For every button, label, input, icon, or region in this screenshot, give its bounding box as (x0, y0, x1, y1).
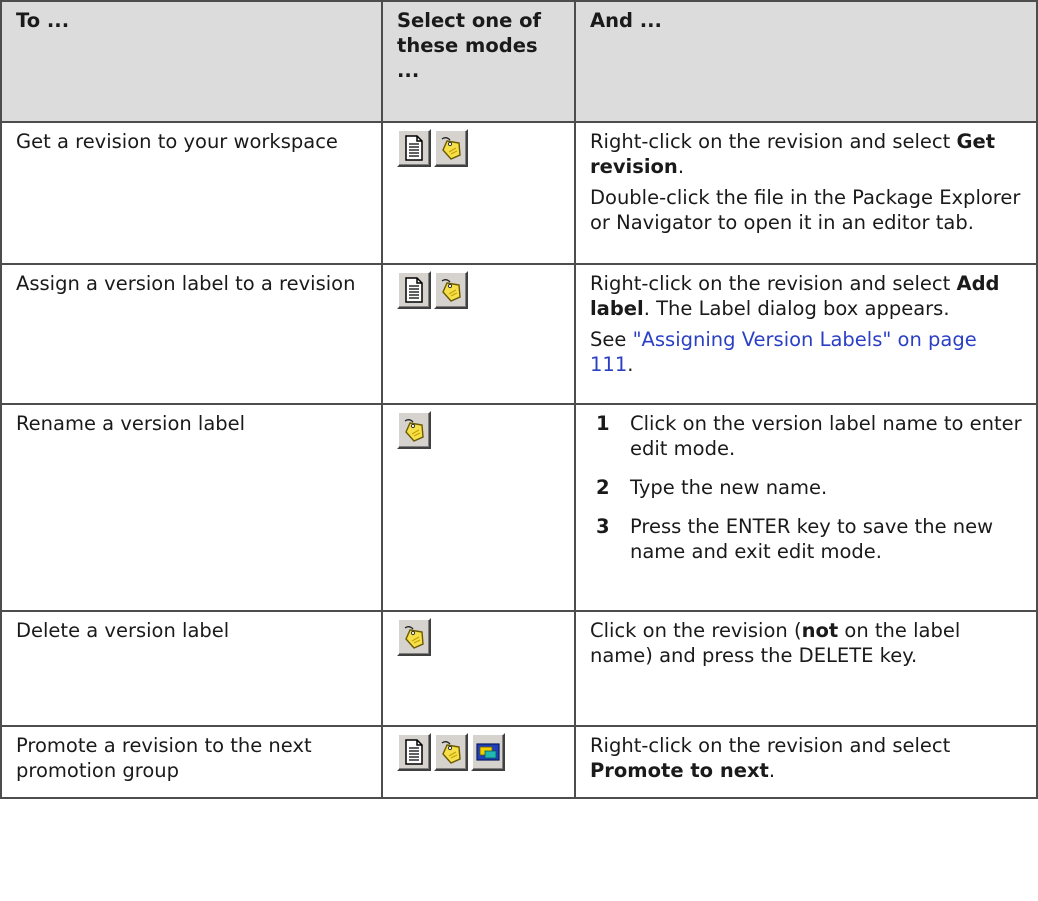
instruction-text: Right-click on the revision and select G… (590, 130, 996, 178)
label-tag-icon[interactable] (397, 411, 431, 449)
step-number: 1 (596, 412, 610, 435)
instructions-cell: Right-click on the revision and select A… (574, 263, 1038, 405)
label-tag-icon[interactable] (397, 618, 431, 656)
instruction-text: Double-click the file in the Package Exp… (590, 186, 1021, 234)
instructions-cell: Right-click on the revision and select P… (574, 725, 1038, 799)
instructions-cell: Right-click on the revision and select G… (574, 121, 1038, 265)
list-item: 3 Press the ENTER key to save the new nam… (590, 514, 1024, 564)
cross-reference-link[interactable]: "Assigning Version Labels" on page 111 (590, 328, 977, 376)
emphasis-text: not (801, 619, 839, 642)
list-item: 2 Type the new name. (590, 475, 1024, 500)
table-row: Assign a version label to a revision Rig… (0, 263, 1038, 405)
label-tag-icon[interactable] (434, 733, 468, 771)
step-text: Click on the version label name to enter… (630, 412, 1022, 460)
table-header-row: To ... Select one of these modes ... And… (0, 0, 1038, 123)
task-cell: Rename a version label (0, 403, 383, 612)
modes-cell (381, 725, 576, 799)
header-to: To ... (0, 0, 383, 123)
instructions-cell: 1 Click on the version label name to ente… (574, 403, 1038, 612)
instruction-text: Right-click on the revision and select P… (590, 734, 951, 782)
table-row: Delete a version label Click on the revi… (0, 610, 1038, 727)
step-number: 3 (596, 515, 610, 538)
document-icon[interactable] (397, 271, 431, 309)
document-icon[interactable] (397, 129, 431, 167)
modes-cell (381, 610, 576, 727)
label-tag-icon[interactable] (434, 271, 468, 309)
menu-item-name: Promote to next (590, 759, 769, 782)
document-icon[interactable] (397, 733, 431, 771)
header-modes: Select one of these modes ... (381, 0, 576, 123)
instruction-text: Right-click on the revision and select A… (590, 272, 1000, 320)
steps-list: 1 Click on the version label name to ente… (590, 411, 1024, 564)
modes-cell (381, 121, 576, 265)
table-row: Rename a version label 1 Click on the ver… (0, 403, 1038, 612)
promotion-group-icon[interactable] (471, 733, 505, 771)
table-row: Get a revision to your workspace Right-c… (0, 121, 1038, 265)
table-row: Promote a revision to the next promotion… (0, 725, 1038, 799)
modes-cell (381, 403, 576, 612)
list-item: 1 Click on the version label name to ente… (590, 411, 1024, 461)
instruction-text: See "Assigning Version Labels" on page 1… (590, 328, 977, 376)
instructions-cell: Click on the revision (not on the label … (574, 610, 1038, 727)
modes-cell (381, 263, 576, 405)
task-cell: Delete a version label (0, 610, 383, 727)
label-tag-icon[interactable] (434, 129, 468, 167)
task-cell: Promote a revision to the next promotion… (0, 725, 383, 799)
task-cell: Get a revision to your workspace (0, 121, 383, 265)
instruction-text: Click on the revision (not on the label … (590, 619, 961, 667)
step-text: Press the ENTER key to save the new name… (630, 515, 994, 563)
step-number: 2 (596, 476, 610, 499)
step-text: Type the new name. (630, 476, 828, 499)
mode-reference-table: To ... Select one of these modes ... And… (0, 0, 1038, 799)
header-and: And ... (574, 0, 1038, 123)
task-cell: Assign a version label to a revision (0, 263, 383, 405)
